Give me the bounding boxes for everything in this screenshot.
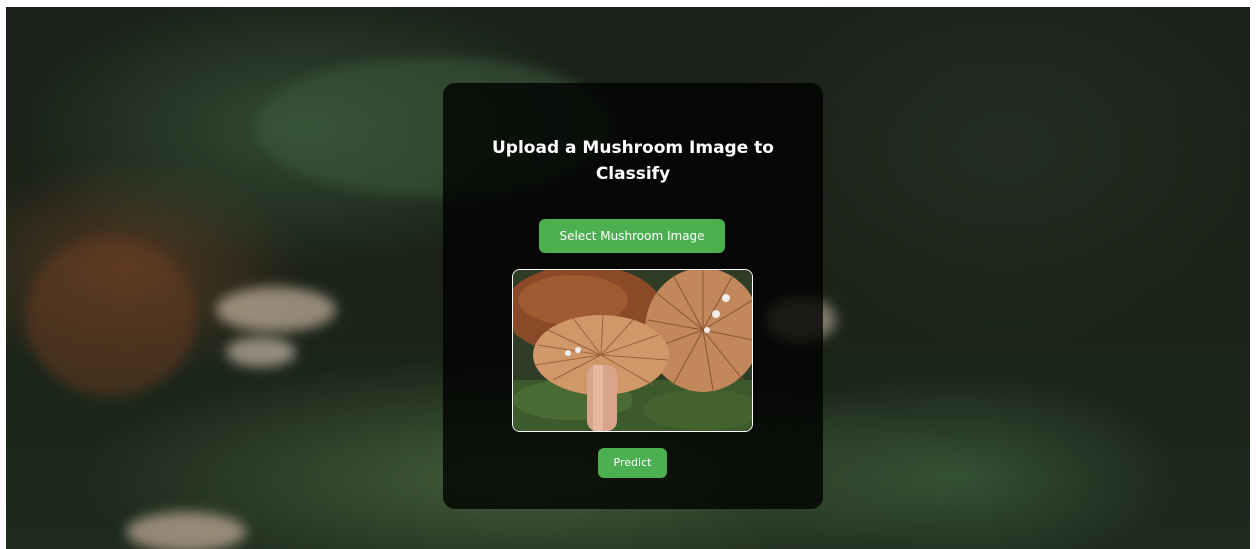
upload-card: Upload a Mushroom Image to Classify Sele…	[443, 83, 823, 509]
image-preview	[512, 269, 753, 432]
select-image-button[interactable]: Select Mushroom Image	[539, 219, 725, 253]
mushroom-photo	[513, 270, 752, 431]
predict-button[interactable]: Predict	[598, 448, 667, 478]
page-title: Upload a Mushroom Image to Classify	[492, 138, 774, 184]
